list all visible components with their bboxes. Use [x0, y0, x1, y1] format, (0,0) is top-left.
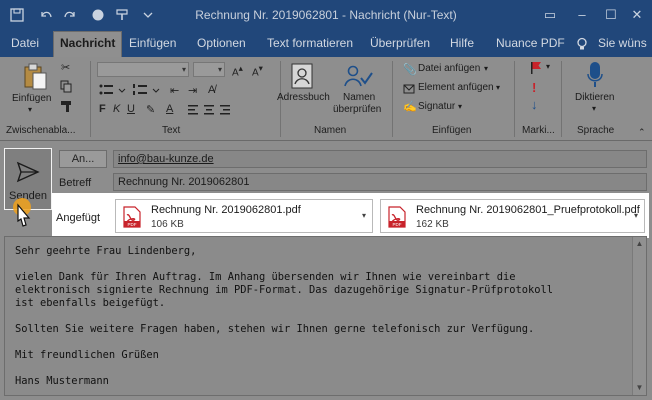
chevron-down-icon[interactable]: ▾	[362, 211, 366, 220]
lightbulb-icon	[577, 37, 587, 50]
tell-me-input[interactable]: Sie wüns	[598, 36, 647, 50]
text-group-label: Text	[162, 125, 181, 136]
attach-item-button[interactable]: Element anfügen	[418, 82, 494, 93]
outdent-icon[interactable]: ⇥	[188, 84, 197, 97]
tab-nachricht[interactable]: Nachricht	[53, 31, 123, 57]
address-book-icon[interactable]	[290, 62, 314, 90]
body-scrollbar[interactable]: ▲ ▼	[632, 237, 646, 395]
attachment-name: Rechnung Nr. 2019062801_Pruefprotokoll.p…	[416, 204, 640, 216]
cut-icon[interactable]: ✂	[61, 61, 70, 74]
numbering-icon[interactable]	[133, 83, 163, 97]
ribbon: Einfügen ▾ ✂ Zwischenabla... ▾ ▾ A▴ A▾ ⇤…	[0, 57, 652, 141]
clear-formatting-icon[interactable]: A̸	[208, 84, 215, 96]
check-names-label-1[interactable]: Namen	[343, 92, 375, 103]
attachment-size: 106 KB	[151, 219, 184, 230]
subject-label: Betreff	[59, 177, 92, 189]
tab-optionen[interactable]: Optionen	[197, 36, 246, 50]
to-field[interactable]: info@bau-kunze.de	[113, 150, 647, 168]
chevron-down-icon: ▾	[217, 65, 222, 74]
clipboard-group-label: Zwischenabla...	[6, 125, 76, 136]
send-paper-plane-icon	[16, 161, 40, 183]
format-painter-brush-icon[interactable]	[60, 100, 74, 113]
signature-icon: ✍	[403, 101, 417, 113]
chevron-down-icon[interactable]: ▾	[496, 83, 500, 92]
tab-nuance-pdf[interactable]: Nuance PDF	[496, 36, 565, 50]
chevron-down-icon: ▾	[181, 65, 186, 74]
paste-icon[interactable]	[22, 63, 48, 91]
maximize-icon[interactable]: ☐	[601, 5, 621, 25]
hand-cursor-icon	[13, 198, 31, 227]
chevron-down-icon[interactable]: ▾	[458, 102, 462, 111]
ribbon-display-icon[interactable]: ▭	[540, 5, 560, 25]
attachment-name: Rechnung Nr. 2019062801.pdf	[151, 204, 301, 216]
ribbon-tabs: Datei Nachricht Einfügen Optionen Text f…	[0, 31, 652, 57]
attachment-size: 162 KB	[416, 219, 449, 230]
subject-field[interactable]: Rechnung Nr. 2019062801	[113, 173, 647, 191]
high-importance-icon[interactable]: !	[532, 80, 536, 95]
attach-file-button[interactable]: Datei anfügen	[418, 63, 480, 74]
svg-text:PDF: PDF	[393, 222, 402, 227]
attach-item-icon	[403, 84, 415, 94]
title-bar: Rechnung Nr. 2019062801 - Nachricht (Nur…	[0, 0, 652, 31]
follow-up-flag-icon[interactable]	[529, 61, 543, 75]
signature-button[interactable]: Signatur	[418, 101, 455, 112]
chevron-down-icon[interactable]: ▾	[484, 64, 488, 73]
microphone-icon[interactable]	[586, 61, 604, 89]
collapse-ribbon-icon[interactable]: ⌃	[638, 127, 646, 138]
italic-icon[interactable]: K	[113, 103, 120, 115]
paste-button-label[interactable]: Einfügen	[12, 93, 51, 104]
tab-ueberpruefen[interactable]: Überprüfen	[370, 36, 430, 50]
pdf-file-icon: PDF	[123, 206, 141, 228]
underline-icon[interactable]: U	[127, 103, 135, 115]
compose-area: Senden An... info@bau-kunze.de Betreff R…	[0, 141, 652, 400]
ribbon-separator	[392, 61, 393, 137]
chevron-down-icon[interactable]: ▾	[634, 211, 638, 220]
low-importance-icon[interactable]: ↓	[531, 97, 538, 112]
tags-group-label: Marki...	[522, 125, 555, 136]
svg-text:PDF: PDF	[128, 222, 137, 227]
copy-icon[interactable]	[60, 80, 73, 93]
grow-font-icon[interactable]: A▴	[232, 63, 243, 78]
bold-icon[interactable]: F	[99, 103, 106, 115]
attachments-bar: Angefügt PDF Rechnung Nr. 2019062801.pdf…	[52, 193, 649, 238]
bullets-icon[interactable]	[99, 83, 129, 97]
check-names-icon[interactable]	[343, 62, 373, 90]
attachment-item[interactable]: PDF Rechnung Nr. 2019062801.pdf 106 KB ▾	[115, 199, 373, 233]
tab-text-formatieren[interactable]: Text formatieren	[267, 36, 353, 50]
tab-hilfe[interactable]: Hilfe	[450, 36, 474, 50]
message-body-text: Sehr geehrte Frau Lindenberg, vielen Dan…	[15, 245, 553, 387]
paperclip-icon: 📎	[403, 64, 417, 76]
chevron-down-icon[interactable]: ▾	[546, 62, 550, 71]
chevron-down-icon[interactable]: ▾	[592, 104, 596, 113]
names-group-label: Namen	[314, 125, 347, 136]
scroll-down-icon[interactable]: ▼	[633, 381, 646, 395]
speech-group-label: Sprache	[577, 125, 615, 136]
ribbon-separator	[561, 61, 562, 137]
font-family-select[interactable]: ▾	[97, 62, 189, 77]
attached-label: Angefügt	[56, 212, 101, 224]
tab-einfuegen[interactable]: Einfügen	[129, 36, 176, 50]
ribbon-separator	[514, 61, 515, 137]
scroll-up-icon[interactable]: ▲	[633, 237, 646, 251]
attachment-item[interactable]: PDF Rechnung Nr. 2019062801_Pruefprotoko…	[380, 199, 645, 233]
ribbon-separator	[90, 61, 91, 137]
address-book-label[interactable]: Adressbuch	[277, 92, 330, 103]
highlight-icon[interactable]: ✎	[146, 103, 155, 116]
dictate-button-label[interactable]: Diktieren	[575, 92, 614, 103]
indent-icon[interactable]: ⇤	[170, 84, 179, 97]
insert-group-label: Einfügen	[432, 125, 472, 136]
close-icon[interactable]: ✕	[627, 5, 647, 25]
message-body[interactable]: Sehr geehrte Frau Lindenberg, vielen Dan…	[4, 236, 647, 396]
align-icons[interactable]	[188, 104, 248, 116]
minimize-icon[interactable]: –	[572, 5, 592, 25]
paste-dropdown-icon[interactable]: ▾	[28, 105, 32, 114]
font-color-icon[interactable]: A	[166, 103, 173, 115]
check-names-label-2[interactable]: überprüfen	[333, 104, 381, 115]
shrink-font-icon[interactable]: A▾	[252, 63, 263, 78]
font-size-select[interactable]: ▾	[193, 62, 225, 77]
pdf-file-icon: PDF	[388, 206, 406, 228]
tab-datei[interactable]: Datei	[11, 36, 39, 50]
to-button[interactable]: An...	[59, 150, 107, 168]
